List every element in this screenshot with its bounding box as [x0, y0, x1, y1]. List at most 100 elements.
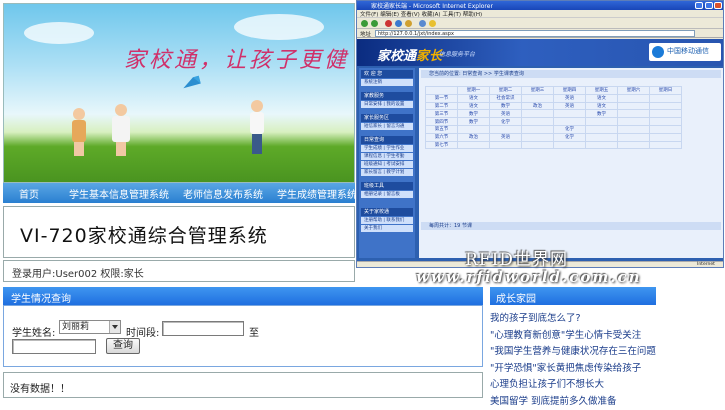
timetable-row: 第六节 政治 英语 化学	[425, 132, 682, 142]
timetable-cell	[617, 109, 650, 119]
logo-main-text: 家校通	[377, 49, 417, 64]
result-box: 没有数据！！	[3, 372, 483, 398]
chevron-down-icon[interactable]	[109, 321, 120, 333]
timetable-cell	[585, 117, 618, 126]
timetable-cell: 数学	[457, 109, 490, 119]
timetable-cell: 政治	[521, 101, 554, 111]
address-input[interactable]: http://127.0.0.1/jxt/index.aspx	[375, 30, 695, 37]
browser-menu-text[interactable]: 文件(F) 编辑(E) 查看(V) 收藏(A) 工具(T) 帮助(H)	[360, 10, 482, 18]
sidebar-header: 日常查询	[361, 136, 413, 144]
garden-article-link[interactable]: 心理负担让孩子们不想长大	[490, 376, 660, 393]
timetable-cell: 语文	[457, 93, 490, 103]
home-icon[interactable]	[405, 20, 412, 27]
cloud-shape	[24, 22, 94, 44]
timetable-cell	[553, 117, 586, 126]
nav-item-teacher-info[interactable]: 老师信息发布系统	[183, 186, 263, 201]
child-figure	[250, 100, 264, 154]
sidebar-link[interactable]: 课程信息 | 学生考勤	[361, 153, 413, 160]
sidebar-link[interactable]: 注册帮助 | 联系我们	[361, 217, 413, 224]
garden-article-link[interactable]: 我的孩子到底怎么了?	[490, 310, 660, 327]
banner-slogan: 家校通，让孩子更健	[124, 48, 350, 73]
timetable-cell	[585, 140, 618, 150]
timetable-header-cell	[425, 86, 458, 95]
back-icon[interactable]	[361, 20, 368, 27]
browser-page: 家校通家长 信息服务平台 中国移动通信 欢 迎 您 系统注销 家教服务 日常安排…	[357, 39, 723, 261]
refresh-icon[interactable]	[395, 20, 402, 27]
garden-article-link[interactable]: "开学恐惧"家长黄把焦虑传染给孩子	[490, 360, 660, 377]
timetable-row: 第一节 语文 社会常识 英语 语文	[425, 93, 682, 103]
timetable-cell: 语文	[585, 101, 618, 111]
sidebar-header: 家长服务区	[361, 114, 413, 122]
timetable-cell	[649, 140, 682, 150]
timetable-cell	[617, 101, 650, 111]
garden-article-link[interactable]: "心理教育新创意"学生心情卡受关注	[490, 327, 660, 344]
start-date-input[interactable]	[162, 321, 244, 336]
watermark-url: www.rfidworld.com.cn	[416, 268, 642, 286]
browser-title: 家校通家长端 - Microsoft Internet Explorer	[371, 3, 493, 10]
browser-titlebar: 家校通家长端 - Microsoft Internet Explorer	[357, 1, 723, 10]
sidebar-link[interactable]: 关于我们	[361, 225, 413, 232]
sidebar-link[interactable]: 日常安排 | 我的设置	[361, 101, 413, 108]
stop-icon[interactable]	[385, 20, 392, 27]
sidebar-link[interactable]: 家长留言 | 教学计划	[361, 169, 413, 176]
student-name-select[interactable]: 刘丽莉	[59, 320, 121, 334]
timetable-row: 第三节 数学 英语 数学	[425, 109, 682, 119]
inner-main: 您当前的位置: 日常查询 >> 学生课表查询 星期一 星期二 星期三 星期四 星期五 星期…	[419, 68, 723, 258]
child-figure	[72, 108, 86, 156]
timetable-header-cell: 星期四	[553, 86, 586, 95]
sidebar-link[interactable]: 学生成绩 | 学生作业	[361, 145, 413, 152]
timetable-cell	[649, 132, 682, 142]
timetable-cell	[617, 132, 650, 142]
timetable-header-cell: 星期日	[649, 86, 682, 95]
timetable-cell: 第三节	[425, 109, 458, 119]
timetable-cell: 语文	[585, 93, 618, 103]
end-date-input[interactable]	[12, 339, 96, 354]
main-nav: 首页 学生基本信息管理系统 老师信息发布系统 学生成绩管理系统	[3, 183, 357, 203]
sidebar-link[interactable]: 短信家长 | 留言沟通	[361, 123, 413, 130]
timetable-cell: 数学	[585, 109, 618, 119]
sidebar-link[interactable]: 系统注销	[361, 79, 413, 86]
timetable-cell	[649, 109, 682, 119]
search-icon[interactable]	[419, 20, 426, 27]
timetable-row: 第五节 化学	[425, 124, 682, 134]
nav-item-grades[interactable]: 学生成绩管理系统	[277, 186, 357, 201]
browser-menubar: 文件(F) 编辑(E) 查看(V) 收藏(A) 工具(T) 帮助(H)	[357, 10, 723, 18]
timetable-cell: 第七节	[425, 140, 458, 150]
timetable-cell: 第二节	[425, 101, 458, 111]
child-figure	[112, 104, 130, 156]
student-name-value: 刘丽莉	[62, 322, 90, 332]
timetable-cell	[489, 124, 522, 134]
timetable-cell: 英语	[489, 132, 522, 142]
timetable-cell	[521, 132, 554, 142]
garden-article-link[interactable]: 美国留学 到底提前多久做准备	[490, 393, 660, 410]
garden-panel-title: 成长家园	[496, 294, 536, 305]
sidebar-link[interactable]: 班级通知 | 考试安排	[361, 161, 413, 168]
timetable-cell	[457, 140, 490, 150]
maximize-icon[interactable]	[705, 2, 713, 9]
query-button[interactable]: 查询	[106, 338, 140, 354]
timetable-cell	[489, 140, 522, 150]
query-panel-title: 学生情况查询	[11, 294, 71, 305]
operator-name: 中国移动通信	[667, 47, 709, 55]
nav-item-home[interactable]: 首页	[19, 186, 39, 201]
sidebar-header: 家教服务	[361, 92, 413, 100]
timetable-cell	[521, 140, 554, 150]
minimize-icon[interactable]	[695, 2, 703, 9]
sidebar-header: 欢 迎 您	[361, 70, 413, 78]
nav-item-student-info[interactable]: 学生基本信息管理系统	[69, 186, 169, 201]
time-range-label: 时间段:	[126, 328, 160, 339]
garden-article-link[interactable]: "我国学生营养与健康状况存在三在问题	[490, 343, 660, 360]
browser-toolbar	[357, 18, 723, 29]
inner-sidebar: 欢 迎 您 系统注销 家教服务 日常安排 | 我的设置 家长服务区 短信家长 |…	[359, 68, 415, 258]
login-user-text: 登录用户:User002 权限:家长	[12, 269, 144, 280]
no-data-text: 没有数据！！	[10, 384, 70, 395]
forward-icon[interactable]	[371, 20, 378, 27]
student-name-label: 学生姓名:	[12, 328, 56, 339]
close-icon[interactable]	[714, 2, 722, 9]
sidebar-link[interactable]: 相册记录 | 留言板	[361, 191, 413, 198]
favorites-icon[interactable]	[429, 20, 436, 27]
timetable-cell	[649, 93, 682, 103]
timetable-row: 第四节 数学 化学	[425, 117, 682, 126]
timetable-cell: 第一节	[425, 93, 458, 103]
garden-panel-header: 成长家园	[490, 287, 656, 305]
